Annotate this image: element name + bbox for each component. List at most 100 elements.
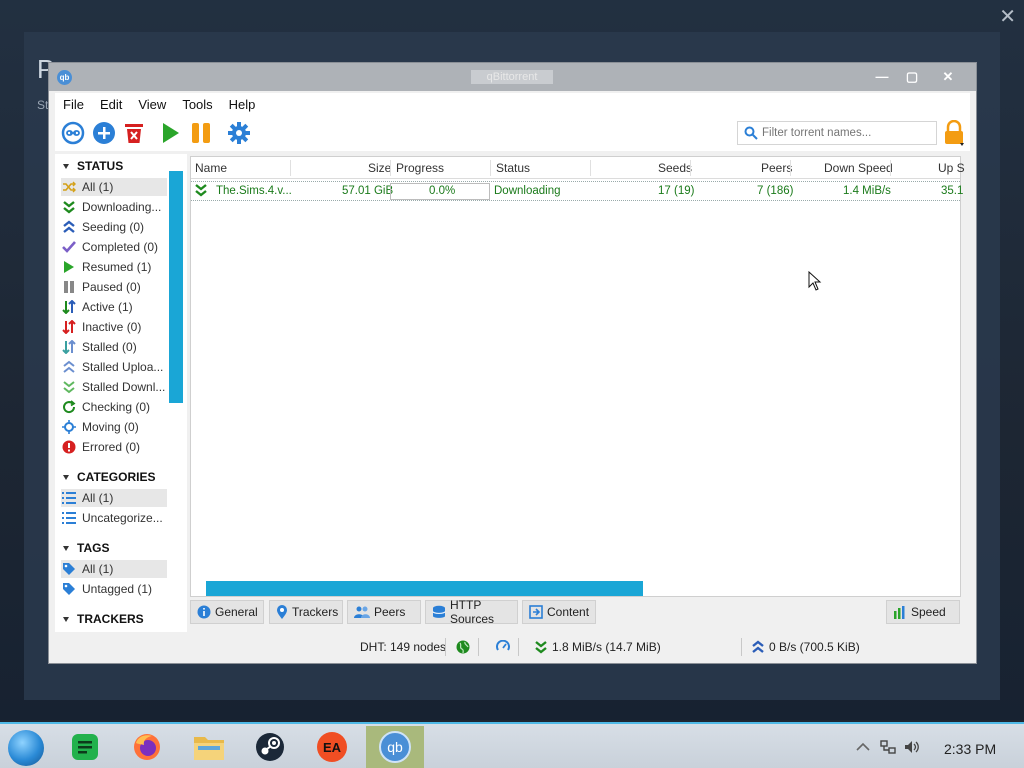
status-item-stalled-downloading[interactable]: Stalled Downl... — [61, 378, 167, 396]
menu-tools[interactable]: Tools — [174, 97, 220, 112]
lock-icon[interactable] — [943, 119, 965, 146]
menu-file[interactable]: File — [55, 97, 92, 112]
tag-item-untagged[interactable]: Untagged (1) — [61, 580, 167, 598]
filter-torrent-input[interactable] — [762, 125, 932, 141]
connection-globe-icon[interactable] — [456, 640, 470, 654]
torrent-name: The.Sims.4.v... — [216, 185, 292, 197]
tab-label: Speed — [911, 605, 946, 619]
category-item-uncategorized[interactable]: Uncategorize... — [61, 509, 167, 527]
categories-section-header[interactable]: CATEGORIES — [63, 470, 155, 484]
column-seeds[interactable]: Seeds — [658, 161, 692, 175]
column-size[interactable]: Size — [368, 161, 391, 175]
system-clock[interactable]: 2:33 PM — [944, 741, 996, 757]
alt-speed-icon[interactable] — [496, 640, 510, 654]
close-button[interactable]: ✕ — [933, 67, 963, 87]
info-icon — [197, 605, 211, 619]
status-item-moving[interactable]: Moving (0) — [61, 418, 167, 436]
file-explorer-icon[interactable] — [180, 726, 238, 768]
shuffle-icon — [61, 179, 77, 195]
category-item-label: Uncategorize... — [82, 511, 163, 525]
window-title: qBittorrent — [471, 70, 553, 84]
status-item-label: Stalled (0) — [82, 340, 137, 354]
tab-http-sources[interactable]: HTTP Sources — [425, 598, 518, 626]
status-item-completed[interactable]: Completed (0) — [61, 238, 167, 256]
refresh-icon — [61, 399, 77, 415]
upload-speed[interactable]: 0 B/s (700.5 KiB) — [752, 640, 860, 654]
tab-content[interactable]: Content — [522, 600, 596, 624]
mouse-cursor-icon — [808, 271, 822, 291]
column-down-speed[interactable]: Down Speed — [824, 161, 893, 175]
tab-peers[interactable]: Peers — [347, 600, 421, 624]
category-item-all[interactable]: All (1) — [61, 489, 167, 507]
resume-icon[interactable] — [158, 121, 182, 145]
delete-icon[interactable] — [122, 121, 146, 145]
tag-item-label: Untagged (1) — [82, 582, 153, 596]
play-icon — [61, 259, 77, 275]
column-peers[interactable]: Peers — [761, 161, 792, 175]
download-chevrons-icon — [195, 183, 207, 200]
database-icon — [432, 605, 446, 619]
ea-icon[interactable]: EA — [303, 726, 361, 768]
qbittorrent-icon[interactable]: qb — [366, 726, 424, 768]
start-orb-icon[interactable] — [8, 730, 44, 766]
status-item-label: All (1) — [82, 180, 114, 194]
tab-trackers[interactable]: Trackers — [269, 600, 343, 624]
tags-section-header[interactable]: TAGS — [63, 541, 109, 555]
status-item-stalled-uploading[interactable]: Stalled Uploa... — [61, 358, 167, 376]
column-name[interactable]: Name — [195, 161, 227, 175]
status-item-active[interactable]: Active (1) — [61, 298, 167, 316]
status-item-label: Stalled Downl... — [82, 380, 166, 394]
network-icon[interactable] — [880, 740, 896, 757]
status-item-downloading[interactable]: Downloading... — [61, 198, 167, 216]
sidebar-scrollbar[interactable] — [169, 171, 183, 403]
menu-edit[interactable]: Edit — [92, 97, 130, 112]
status-item-errored[interactable]: Errored (0) — [61, 438, 167, 456]
options-gear-icon[interactable] — [227, 121, 251, 145]
tag-item-all[interactable]: All (1) — [61, 560, 167, 578]
inactive-arrows-icon — [61, 319, 77, 335]
table-header: Name Size Progress Status Seeds Peers Do… — [191, 157, 965, 179]
menu-view[interactable]: View — [130, 97, 174, 112]
volume-icon[interactable] — [904, 740, 920, 757]
trackers-section-header[interactable]: TRACKERS — [63, 612, 144, 626]
status-header-label: STATUS — [77, 159, 124, 173]
status-item-stalled[interactable]: Stalled (0) — [61, 338, 167, 356]
upload-speed-label: 0 B/s (700.5 KiB) — [769, 640, 860, 654]
steam-icon[interactable] — [241, 726, 299, 768]
pause-icon[interactable] — [189, 121, 213, 145]
torrent-size: 57.01 GiB — [342, 185, 394, 197]
tab-speed[interactable]: Speed — [886, 600, 960, 624]
status-item-resumed[interactable]: Resumed (1) — [61, 258, 167, 276]
status-item-all[interactable]: All (1) — [61, 178, 167, 196]
tab-label: General — [215, 605, 258, 619]
peers-icon — [354, 606, 370, 618]
status-item-inactive[interactable]: Inactive (0) — [61, 318, 167, 336]
notes-icon[interactable] — [56, 726, 114, 768]
taskbar: EA qb 2:33 PM — [0, 722, 1024, 768]
status-item-seeding[interactable]: Seeding (0) — [61, 218, 167, 236]
status-item-paused[interactable]: Paused (0) — [61, 278, 167, 296]
menu-help[interactable]: Help — [221, 97, 264, 112]
title-bar[interactable]: qb qBittorrent — ▢ ✕ — [49, 63, 976, 91]
maximize-button[interactable]: ▢ — [897, 67, 927, 87]
column-up-speed[interactable]: Up S — [938, 161, 965, 175]
tab-general[interactable]: General — [190, 600, 264, 624]
horizontal-scrollbar[interactable] — [206, 581, 643, 596]
minimize-button[interactable]: — — [867, 67, 897, 87]
list-icon — [61, 510, 77, 526]
status-section-header[interactable]: STATUS — [63, 159, 123, 173]
tray-chevron-icon[interactable] — [856, 740, 870, 755]
column-progress[interactable]: Progress — [396, 161, 444, 175]
background-close-icon[interactable]: ✕ — [999, 4, 1016, 29]
column-status[interactable]: Status — [496, 161, 530, 175]
firefox-icon[interactable] — [118, 726, 176, 768]
qb-label: qb — [387, 739, 403, 755]
download-speed[interactable]: 1.8 MiB/s (14.7 MiB) — [535, 640, 661, 654]
location-pin-icon — [276, 605, 288, 619]
add-torrent-icon[interactable] — [92, 121, 116, 145]
add-link-icon[interactable] — [61, 121, 85, 145]
search-box[interactable] — [737, 121, 937, 145]
filter-sidebar: STATUS All (1) Downloading... Seeding (0… — [55, 154, 187, 632]
status-item-checking[interactable]: Checking (0) — [61, 398, 167, 416]
table-row[interactable]: The.Sims.4.v... 57.01 GiB 0.0% Downloadi… — [191, 181, 963, 201]
